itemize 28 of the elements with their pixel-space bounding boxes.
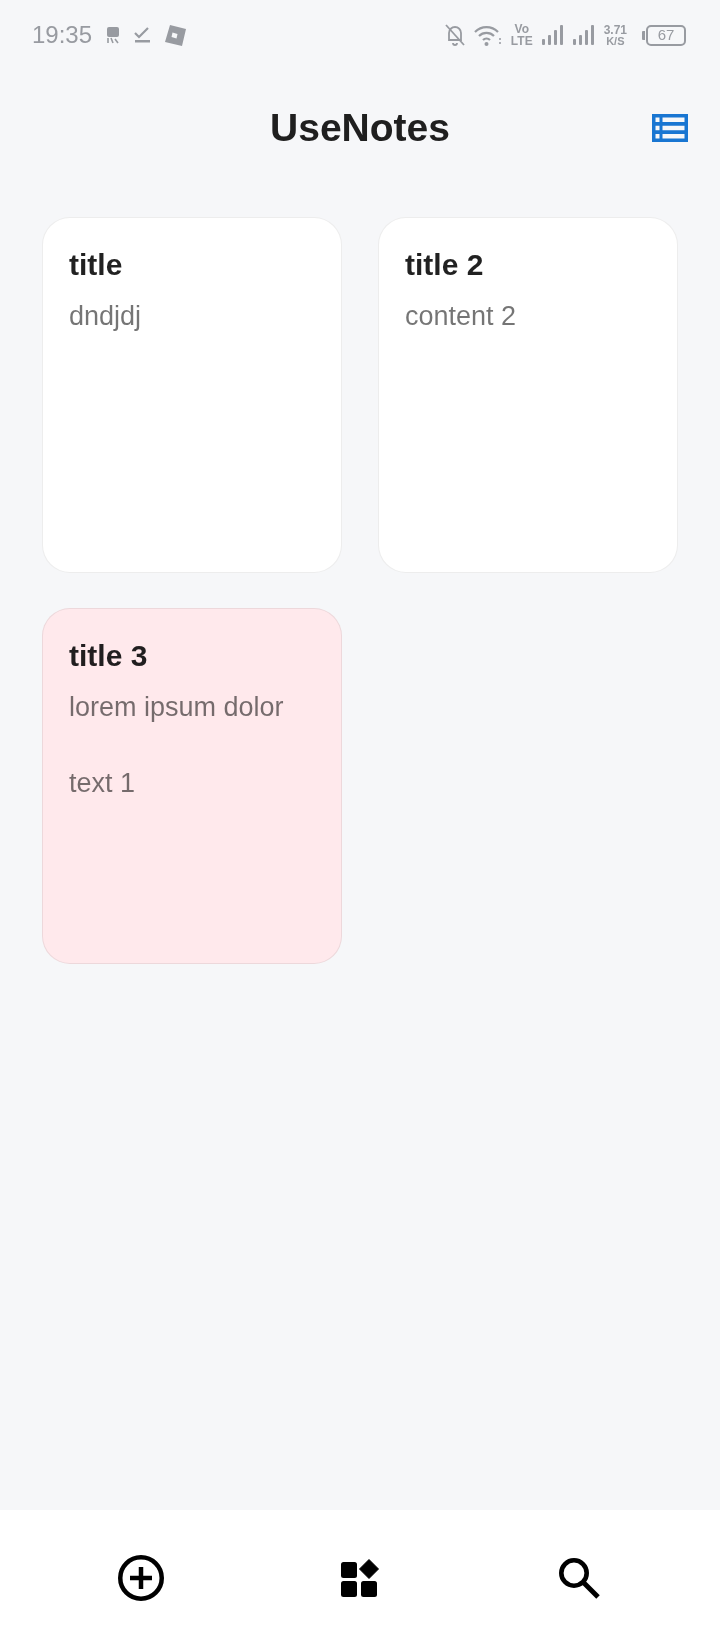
notification-icon	[106, 26, 121, 44]
network-speed-unit: K/S	[606, 35, 625, 47]
app-title: UseNotes	[270, 106, 450, 150]
network-speed-value: 3.71	[603, 23, 627, 36]
bell-off-icon	[444, 24, 465, 46]
note-content: content 2	[405, 300, 518, 333]
view-toggle-button[interactable]	[652, 114, 688, 142]
plus-circle-icon	[118, 1555, 164, 1601]
app-icon	[165, 24, 187, 46]
note-title: title 2	[405, 248, 485, 282]
note-content: dndjdj	[69, 300, 143, 333]
signal-icon	[572, 25, 595, 45]
widgets-icon	[341, 1559, 379, 1597]
note-card[interactable]: title 2 content 2	[378, 217, 678, 573]
battery-level-text: 67	[657, 27, 675, 43]
wifi-icon	[473, 24, 502, 46]
note-title: title	[69, 248, 124, 282]
note-content: lorem ipsum dolor text 1	[69, 691, 285, 800]
note-card[interactable]: title dndjdj	[42, 217, 342, 573]
note-card[interactable]: title 3 lorem ipsum dolor text 1	[42, 608, 342, 964]
status-time: 19:35	[32, 21, 93, 49]
signal-icon	[541, 25, 564, 45]
volte-label: Vo	[514, 23, 529, 35]
check-icon	[134, 27, 152, 43]
search-icon	[558, 1557, 600, 1599]
volte-label: LTE	[510, 35, 533, 47]
list-icon	[652, 114, 688, 142]
note-title: title 3	[69, 639, 149, 673]
